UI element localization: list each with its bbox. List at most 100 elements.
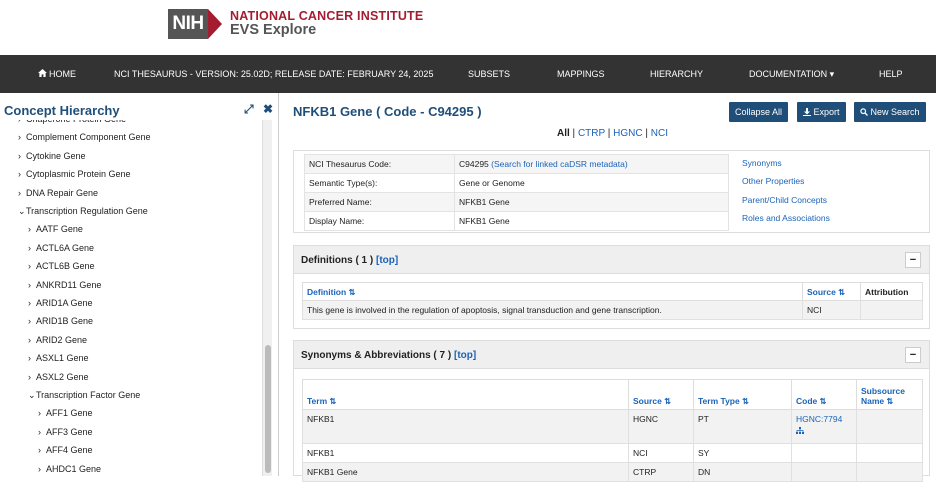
tree-node-label[interactable]: ACTL6A Gene — [36, 243, 94, 253]
tree-node[interactable]: ⌄Transcription Factor Gene — [28, 390, 140, 401]
hierarchy-scrollbar[interactable] — [262, 120, 272, 476]
chevron-right-icon[interactable]: › — [28, 280, 34, 290]
chevron-right-icon[interactable]: › — [28, 372, 34, 382]
tree-node-label[interactable]: ASXL2 Gene — [36, 372, 89, 382]
tree-node[interactable]: › AFF1 Gene — [38, 408, 93, 418]
collapse-definitions-button[interactable]: − — [905, 252, 921, 268]
tree-node[interactable]: › ACTL6B Gene — [28, 261, 95, 271]
definitions-header-row: Definition ⇅ Source ⇅ Attribution — [302, 282, 923, 301]
link-parent-child[interactable]: Parent/Child Concepts — [742, 195, 830, 213]
chevron-right-icon[interactable]: › — [38, 464, 44, 474]
nav-subsets[interactable]: SUBSETS — [468, 55, 510, 93]
filter-hgnc[interactable]: HGNC — [613, 128, 642, 139]
tree-node-label[interactable]: Transcription Factor Gene — [36, 390, 140, 400]
tree-node[interactable]: › ARID2 Gene — [28, 335, 87, 345]
filter-all[interactable]: All — [557, 128, 570, 139]
chevron-right-icon[interactable]: › — [18, 188, 24, 198]
export-button[interactable]: Export — [797, 102, 846, 122]
tree-node[interactable]: › AATF Gene — [28, 224, 83, 234]
tree-node-label[interactable]: AATF Gene — [36, 224, 83, 234]
filter-nci[interactable]: NCI — [651, 128, 668, 139]
link-roles-associations[interactable]: Roles and Associations — [742, 213, 830, 231]
col-subsource[interactable]: Subsource Name ⇅ — [856, 379, 923, 410]
hierarchy-tree-icon[interactable] — [796, 427, 804, 434]
hgnc-code-link[interactable]: HGNC:7794 — [796, 414, 842, 424]
chevron-right-icon[interactable]: › — [38, 408, 44, 418]
tree-node[interactable]: › ASXL2 Gene — [28, 372, 89, 382]
filter-separator: | — [642, 128, 651, 139]
cadsr-search-link[interactable]: (Search for linked caDSR metadata) — [491, 159, 628, 169]
tree-node[interactable]: › ASXL1 Gene — [28, 353, 89, 363]
chevron-right-icon[interactable]: › — [18, 120, 24, 124]
chevron-down-icon[interactable]: ⌄ — [28, 390, 36, 401]
nav-hierarchy[interactable]: HIERARCHY — [650, 55, 703, 93]
chevron-right-icon[interactable]: › — [28, 298, 34, 308]
tree-node-label[interactable]: AHDC1 Gene — [46, 464, 101, 474]
main-nav: HOME NCI THESAURUS - VERSION: 25.02D; RE… — [0, 55, 936, 93]
nav-documentation[interactable]: DOCUMENTATION ▾ — [749, 55, 834, 93]
tree-node-label[interactable]: Transcription Regulation Gene — [26, 206, 148, 216]
nih-logo[interactable]: NIH NATIONAL CANCER INSTITUTE EVS Explor… — [168, 9, 423, 39]
chevron-right-icon[interactable]: › — [28, 353, 34, 363]
tree-node-label[interactable]: ARID1B Gene — [36, 316, 93, 326]
col-source[interactable]: Source ⇅ — [802, 282, 861, 301]
col-term[interactable]: Term ⇅ — [302, 379, 629, 410]
tree-node[interactable]: › Cytokine Gene — [18, 151, 86, 161]
filter-ctrp[interactable]: CTRP — [578, 128, 605, 139]
chevron-down-icon[interactable]: ⌄ — [18, 206, 26, 217]
expand-icon[interactable]: ⤢ — [244, 102, 254, 116]
chevron-right-icon[interactable]: › — [18, 151, 24, 161]
chevron-right-icon[interactable]: › — [28, 243, 34, 253]
col-term-type[interactable]: Term Type ⇅ — [693, 379, 792, 410]
tree-node-label[interactable]: Cytoplasmic Protein Gene — [26, 169, 131, 179]
col-source[interactable]: Source ⇅ — [628, 379, 694, 410]
tree-node[interactable]: › ACTL6A Gene — [28, 243, 94, 253]
tree-node[interactable]: › Complement Component Gene — [18, 132, 151, 142]
tree-node-label[interactable]: ACTL6B Gene — [36, 261, 95, 271]
tree-node[interactable]: › AFF4 Gene — [38, 445, 93, 455]
tree-node-label[interactable]: ANKRD11 Gene — [36, 280, 101, 290]
tree-node[interactable]: › AFF3 Gene — [38, 427, 93, 437]
scrollbar-thumb[interactable] — [265, 345, 271, 473]
tree-node-label[interactable]: DNA Repair Gene — [26, 188, 98, 198]
col-definition[interactable]: Definition ⇅ — [302, 282, 803, 301]
tree-node[interactable]: › Cytoplasmic Protein Gene — [18, 169, 131, 179]
tree-node-label[interactable]: ARID1A Gene — [36, 298, 93, 308]
nav-help[interactable]: HELP — [879, 55, 903, 93]
tree-node[interactable]: › DNA Repair Gene — [18, 188, 98, 198]
chevron-right-icon[interactable]: › — [28, 261, 34, 271]
chevron-right-icon[interactable]: › — [28, 224, 34, 234]
collapse-synonyms-button[interactable]: − — [905, 347, 921, 363]
tree-node-label[interactable]: AFF1 Gene — [46, 408, 93, 418]
close-icon[interactable]: ✖ — [263, 102, 273, 116]
tree-node[interactable]: ⌄Transcription Regulation Gene — [18, 206, 148, 217]
tree-node-label[interactable]: ARID2 Gene — [36, 335, 87, 345]
tree-node[interactable]: ›Chaperone Protein Gene — [18, 120, 126, 124]
chevron-right-icon[interactable]: › — [38, 427, 44, 437]
chevron-right-icon[interactable]: › — [28, 335, 34, 345]
col-code[interactable]: Code ⇅ — [791, 379, 857, 410]
tree-node-label[interactable]: AFF3 Gene — [46, 427, 93, 437]
nav-home[interactable]: HOME — [38, 55, 76, 93]
tree-node-label[interactable]: Complement Component Gene — [26, 132, 151, 142]
tree-node[interactable]: › ARID1B Gene — [28, 316, 93, 326]
nav-mappings[interactable]: MAPPINGS — [557, 55, 605, 93]
tree-node[interactable]: › ANKRD11 Gene — [28, 280, 101, 290]
tree-node-label[interactable]: AFF4 Gene — [46, 445, 93, 455]
new-search-button[interactable]: New Search — [854, 102, 926, 122]
chevron-right-icon[interactable]: › — [28, 316, 34, 326]
tree-node[interactable]: › ARID1A Gene — [28, 298, 93, 308]
tree-node-label[interactable]: Chaperone Protein Gene — [26, 120, 126, 124]
tree-node-label[interactable]: ASXL1 Gene — [36, 353, 89, 363]
chevron-right-icon[interactable]: › — [18, 132, 24, 142]
synonyms-top-link[interactable]: [top] — [454, 350, 476, 361]
tree-node-label[interactable]: Cytokine Gene — [26, 151, 86, 161]
definitions-top-link[interactable]: [top] — [376, 255, 398, 266]
link-synonyms[interactable]: Synonyms — [742, 158, 830, 176]
chevron-right-icon[interactable]: › — [18, 169, 24, 179]
nav-thesaurus[interactable]: NCI THESAURUS - VERSION: 25.02D; RELEASE… — [114, 55, 433, 93]
chevron-right-icon[interactable]: › — [38, 445, 44, 455]
tree-node[interactable]: › AHDC1 Gene — [38, 464, 101, 474]
collapse-all-button[interactable]: Collapse All — [729, 102, 789, 122]
link-other-properties[interactable]: Other Properties — [742, 176, 830, 194]
